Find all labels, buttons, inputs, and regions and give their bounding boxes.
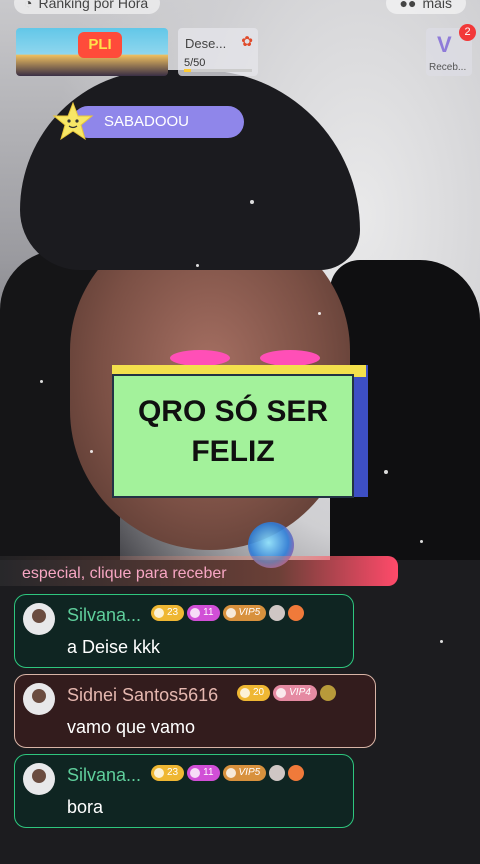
user-icon — [288, 765, 305, 781]
more-label: mais — [422, 0, 452, 11]
chat-username[interactable]: Sidnei Santos5616 — [67, 685, 218, 706]
sparkle — [90, 450, 93, 453]
sparkle — [250, 200, 254, 204]
v-logo-icon: V — [437, 32, 452, 57]
chat-text: bora — [67, 797, 104, 817]
avatar[interactable] — [23, 683, 55, 715]
user-icon — [288, 605, 305, 621]
fan-badge: 11 — [187, 765, 220, 781]
badge-row: 23 11 VIP5 — [151, 765, 305, 781]
vip-badge: VIP4 — [273, 685, 317, 701]
receive-label: Receb... — [429, 62, 467, 73]
level-badge: 23 — [151, 605, 185, 621]
level-badge: 23 — [151, 765, 185, 781]
sparkle — [196, 264, 199, 267]
goal-progress-text: 5/50 — [184, 57, 206, 69]
medal-icon — [269, 605, 286, 621]
gift-goal-card[interactable]: Dese... ✿ 5/50 — [178, 28, 258, 76]
chat-message[interactable]: Silvana... 23 11 VIP5 bora — [14, 754, 354, 828]
star-face-icon — [52, 101, 94, 141]
sign-line-1: QRO SÓ SER — [137, 395, 329, 428]
vip-badge: VIP5 — [222, 605, 267, 621]
more-button[interactable]: ●● mais — [385, 0, 466, 14]
sign-line-2: FELIZ — [191, 435, 275, 468]
level-badge: 20 — [237, 685, 271, 701]
goal-progress-fill — [184, 69, 191, 72]
sparkle — [440, 640, 443, 643]
chat-text: a Deise kkk — [67, 637, 161, 657]
flower-icon: ✿ — [241, 33, 253, 49]
video-cap — [20, 70, 360, 270]
receive-button[interactable]: V Receb... 2 — [426, 24, 476, 76]
avatar[interactable] — [23, 603, 55, 635]
sparkle — [40, 380, 43, 383]
medal-icon — [269, 765, 286, 781]
ranking-label: Ranking por Hora — [38, 0, 149, 11]
notification-badge: 2 — [459, 24, 476, 41]
ranking-button[interactable]: ◔ Ranking por Hora — [14, 0, 161, 14]
vip-badge: VIP5 — [222, 765, 267, 781]
users-icon: ●● — [399, 0, 417, 11]
avatar[interactable] — [23, 763, 55, 795]
text-sign-sticker: QRO SÓ SER FELIZ — [112, 374, 354, 498]
event-banner[interactable]: PLI — [16, 28, 168, 76]
badge-row: 20 VIP4 — [237, 685, 336, 701]
chat-text: vamo que vamo — [67, 717, 196, 737]
goal-title: Dese... — [185, 36, 227, 51]
sparkle — [384, 470, 388, 474]
chat-message[interactable]: Silvana... 23 11 VIP5 a Deise kkk — [14, 594, 354, 668]
clock-icon: ◔ — [24, 0, 33, 11]
special-offer-banner[interactable]: especial, clique para receber — [0, 556, 398, 586]
sabadoou-pill: SABADOOU — [72, 106, 244, 138]
goal-progress-bar — [184, 69, 252, 72]
badge-row: 23 11 VIP5 — [151, 605, 305, 621]
fan-badge: 11 — [187, 605, 220, 621]
sparkle — [420, 540, 423, 543]
chat-username[interactable]: Silvana... — [67, 765, 141, 786]
medal-icon — [319, 685, 336, 701]
sparkle — [318, 312, 321, 315]
chat-message[interactable]: Sidnei Santos5616 20 VIP4 vamo que vamo — [14, 674, 376, 748]
event-logo: PLI — [78, 32, 122, 58]
chat-username[interactable]: Silvana... — [67, 605, 141, 626]
